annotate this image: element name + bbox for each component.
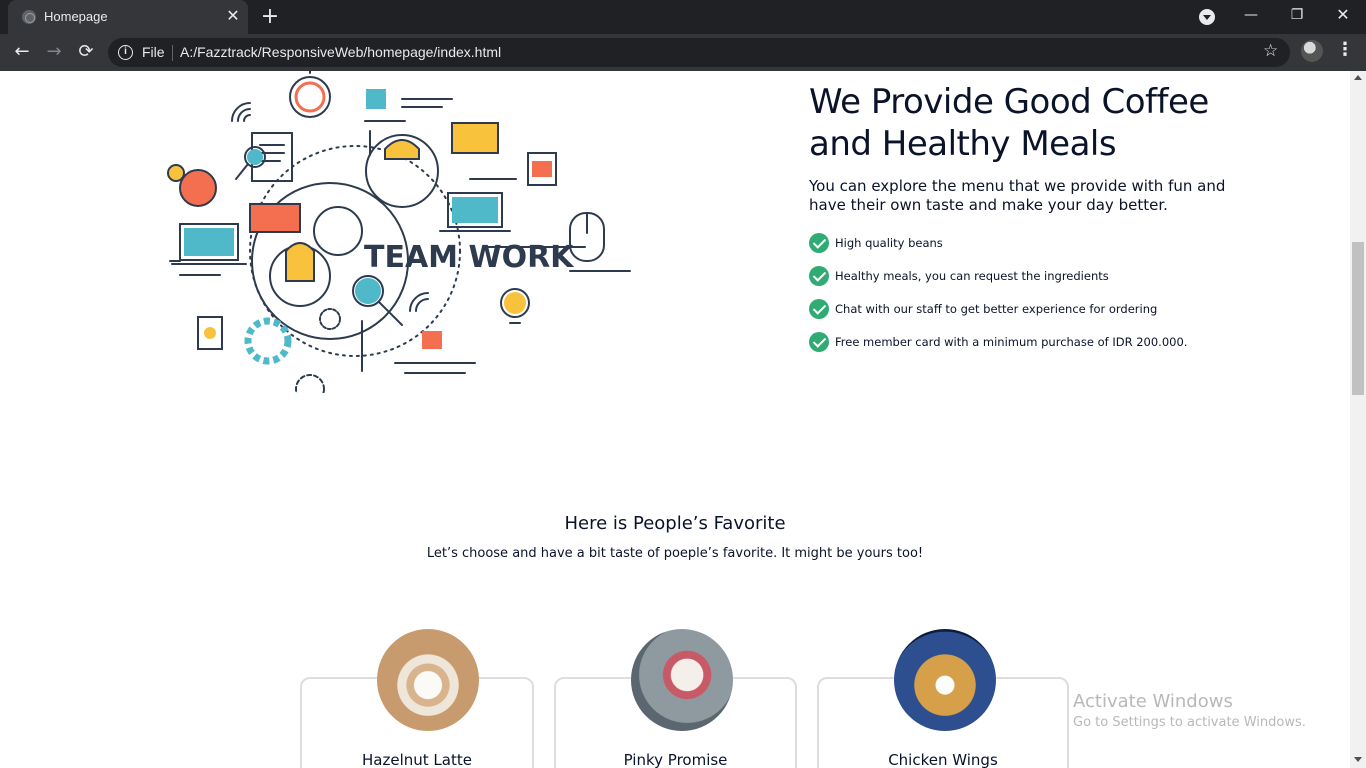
profile-avatar[interactable] [1301, 40, 1323, 62]
feature-item: High quality beans [809, 233, 1329, 266]
address-separator [172, 45, 173, 61]
browser-tab-strip: Homepage ✕ + — ❐ ✕ [0, 0, 1366, 34]
scrollbar-thumb[interactable] [1352, 242, 1364, 395]
globe-icon [22, 10, 36, 24]
hero-title: We Provide Good Coffee and Healthy Meals [809, 82, 1209, 164]
bookmark-star-icon[interactable]: ☆ [1263, 41, 1278, 61]
feature-item: Free member card with a minimum purchase… [809, 332, 1329, 365]
pinky-promise-image [631, 629, 733, 731]
hero-description: You can explore the menu that we provide… [809, 177, 1226, 214]
tab-title: Homepage [44, 9, 108, 24]
info-icon[interactable]: i [118, 45, 133, 60]
illustration-text: TEAM WORK [364, 240, 575, 275]
hazelnut-latte-image [377, 629, 479, 731]
product-name: Chicken Wings [888, 751, 998, 768]
close-window-button[interactable]: ✕ [1320, 0, 1366, 30]
activate-windows-watermark: Activate Windows Go to Settings to activ… [1073, 691, 1306, 733]
teamwork-illustration: TEAM WORK [167, 71, 631, 393]
feature-label: Free member card with a minimum purchase… [835, 335, 1188, 349]
check-circle-icon [809, 332, 829, 352]
tab-search-icon[interactable] [1199, 9, 1215, 25]
feature-item: Healthy meals, you can request the ingre… [809, 266, 1329, 299]
new-tab-button[interactable]: + [258, 5, 282, 29]
feature-item: Chat with our staff to get better experi… [809, 299, 1329, 332]
watermark-line2: Go to Settings to activate Windows. [1073, 715, 1306, 730]
hero-section: We Provide Good Coffee and Healthy Meals… [809, 81, 1329, 365]
tab-close-icon[interactable]: ✕ [224, 7, 242, 25]
feature-list: High quality beans Healthy meals, you ca… [809, 233, 1329, 365]
favorites-subtitle: Let’s choose and have a bit taste of poe… [426, 546, 924, 561]
product-name: Hazelnut Latte [362, 751, 472, 768]
scheme-label: File [142, 44, 165, 60]
check-circle-icon [809, 299, 829, 319]
feature-label: High quality beans [835, 236, 943, 250]
back-arrow-icon[interactable]: ← [9, 39, 35, 65]
scroll-up-icon[interactable] [1354, 75, 1362, 80]
page-scrollbar[interactable] [1350, 71, 1366, 768]
feature-label: Chat with our staff to get better experi… [835, 302, 1158, 316]
page-viewport: TEAM WORK We Provide Good Coffee and Hea… [0, 71, 1350, 768]
product-name: Pinky Promise [623, 751, 728, 768]
reload-icon[interactable]: ⟳ [73, 39, 99, 65]
chicken-wings-image [894, 629, 996, 731]
watermark-line1: Activate Windows [1073, 691, 1233, 712]
browser-menu-icon[interactable]: ⋮ [1336, 39, 1354, 60]
favorites-title: Here is People’s Favorite [564, 513, 786, 534]
address-bar[interactable]: i File A:/Fazztrack/ResponsiveWeb/homepa… [108, 38, 1290, 67]
scroll-down-icon[interactable] [1354, 757, 1362, 762]
feature-label: Healthy meals, you can request the ingre… [835, 269, 1109, 283]
restore-button[interactable]: ❐ [1274, 0, 1320, 30]
minimize-button[interactable]: — [1228, 0, 1274, 30]
forward-arrow-icon[interactable]: → [41, 39, 67, 65]
url-text[interactable]: A:/Fazztrack/ResponsiveWeb/homepage/inde… [180, 44, 501, 60]
check-circle-icon [809, 266, 829, 286]
check-circle-icon [809, 233, 829, 253]
browser-toolbar: ← → ⟳ i File A:/Fazztrack/ResponsiveWeb/… [0, 34, 1366, 71]
browser-tab[interactable]: Homepage ✕ [8, 0, 248, 34]
